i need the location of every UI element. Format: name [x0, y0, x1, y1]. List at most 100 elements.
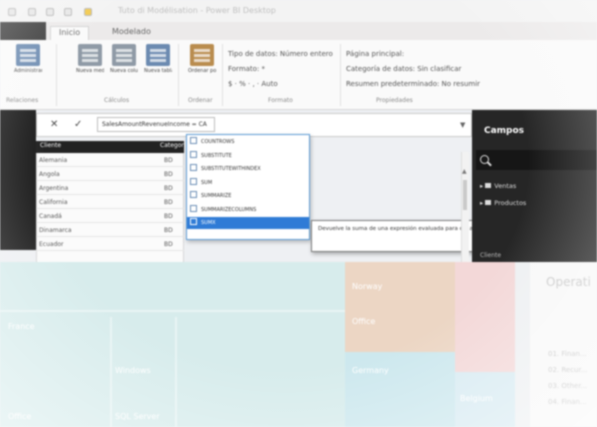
table-row[interactable]: Canadá BD [36, 210, 184, 223]
new-measure-button[interactable]: Nueva medida [76, 44, 104, 74]
column-icon [112, 44, 136, 66]
autocomplete-item[interactable]: SUBSTITUTEWITHINDEX [187, 163, 309, 175]
treemap-label: France [8, 322, 35, 331]
treemap-tile[interactable] [345, 262, 455, 352]
function-icon [190, 204, 197, 212]
tile-divider [110, 317, 112, 427]
tile-divider [175, 317, 177, 427]
autocomplete-item[interactable]: SUMMARIZECOLUMNS [187, 204, 309, 216]
field-item-cliente[interactable]: Cliente [480, 252, 501, 259]
group-label: Ordenar [188, 97, 213, 104]
treemap-tile[interactable] [455, 262, 515, 372]
home-table-dropdown[interactable]: Página principal: [346, 50, 480, 59]
cell-categoria: BD [164, 185, 173, 192]
autocomplete-item-label: SUBSTITUTEWITHINDEX [201, 166, 261, 172]
list-item: 03. Other... [548, 382, 588, 390]
new-table-button[interactable]: Nueva tabla [144, 44, 172, 74]
autocomplete-item-label: SUMX [201, 220, 216, 226]
cell-cliente: Angola [39, 171, 60, 178]
number-format-controls[interactable]: $ · % · , · Auto [228, 80, 333, 89]
scroll-thumb[interactable] [463, 180, 467, 210]
button-label: Nueva tabla [144, 68, 172, 74]
properties-group: Página principal: Categoría de datos: Si… [346, 50, 480, 89]
cell-categoria: BD [164, 171, 173, 178]
field-table-ventas[interactable]: ▸ Ventas [480, 182, 516, 190]
report-canvas: France Office Windows SQL Server Norway … [0, 262, 597, 427]
cell-categoria: BD [164, 213, 173, 220]
default-summarization-dropdown[interactable]: Resumen predeterminado: No resumir [346, 80, 480, 89]
list-item: 02. Recur... [548, 366, 588, 374]
cancel-formula-button[interactable]: ✕ [50, 119, 58, 130]
autocomplete-item-label: SUMMARIZE [201, 193, 232, 199]
tab-modeling[interactable]: Modelado [104, 26, 159, 40]
table-row[interactable]: California BD [36, 196, 184, 209]
group-divider [222, 44, 223, 106]
data-type-dropdown[interactable]: Tipo de datos: Número entero [228, 50, 333, 59]
group-divider [56, 44, 57, 106]
manage-relationships-button[interactable]: Administrar relaciones [14, 44, 42, 74]
cell-categoria: BD [164, 199, 173, 206]
autocomplete-item[interactable]: SUBSTITUTE [187, 150, 309, 162]
autocomplete-item[interactable]: SUMX [187, 217, 309, 229]
formula-input[interactable]: SalesAmountRevenueIncome = CA [97, 117, 215, 132]
treemap-tile[interactable] [0, 262, 345, 427]
new-column-button[interactable]: Nueva columna [110, 44, 138, 74]
treemap-label: SQL Server [115, 412, 160, 421]
cell-cliente: Ecuador [39, 241, 64, 248]
treemap-label: Office [352, 317, 376, 326]
calculator-icon [78, 44, 102, 66]
table-row[interactable]: Dinamarca BD [36, 224, 184, 237]
sort-by-column-button[interactable]: Ordenar por columna [188, 44, 216, 74]
field-label: Ventas [494, 182, 517, 190]
autocomplete-item[interactable]: SUMMARIZE [187, 190, 309, 202]
function-icon [190, 177, 197, 185]
autocomplete-item-label: SUM [201, 179, 213, 186]
treemap-tile[interactable] [345, 352, 455, 427]
group-label: Propiedades [376, 97, 413, 104]
redo-icon[interactable] [64, 8, 72, 16]
format-group: Tipo de datos: Número entero Formato: * … [228, 50, 333, 89]
button-label: Nueva columna [110, 68, 138, 74]
table-row[interactable]: Angola BD [36, 168, 184, 181]
data-category-dropdown[interactable]: Categoría de datos: Sin clasificar [346, 65, 480, 74]
treemap-label: Belgium [460, 394, 493, 403]
autocomplete-item-label: COUNTROWS [201, 139, 235, 145]
undo-icon[interactable] [46, 8, 54, 16]
cell-categoria: BD [164, 241, 173, 248]
cell-categoria: BD [164, 227, 173, 234]
commit-formula-button[interactable]: ✓ [74, 119, 82, 130]
cell-cliente: Dinamarca [39, 227, 72, 234]
autocomplete-item-label: SUMMARIZECOLUMNS [201, 206, 257, 213]
table-row[interactable]: Alemania BD [36, 154, 184, 167]
list-item: 04. Finan... [548, 398, 587, 406]
format-dropdown[interactable]: Formato: * [228, 65, 333, 74]
visual-title: Operati [546, 275, 591, 289]
treemap-label: Windows [115, 366, 151, 375]
fields-search-input[interactable] [476, 150, 597, 170]
column-header-categoria[interactable]: Categoría [160, 142, 189, 149]
button-label: Ordenar por columna [188, 68, 216, 74]
save-icon[interactable] [28, 8, 36, 16]
fields-pane-title: Campos [484, 126, 525, 136]
field-table-productos[interactable]: ▸ Productos [480, 199, 526, 207]
function-icon [190, 137, 197, 144]
autocomplete-item[interactable]: COUNTROWS [187, 136, 309, 148]
scroll-up-icon[interactable]: ▲ [462, 168, 467, 175]
chevron-down-icon[interactable]: ▼ [460, 121, 465, 129]
folder-icon[interactable] [84, 8, 92, 16]
cell-cliente: Alemania [39, 157, 68, 164]
autocomplete-item-label: SUBSTITUTE [201, 152, 232, 159]
search-icon [480, 155, 489, 164]
column-header-cliente[interactable]: Cliente [40, 142, 61, 149]
tab-home[interactable]: Inicio [50, 26, 90, 40]
autocomplete-item[interactable]: SUM [187, 177, 309, 189]
table-row[interactable]: Ecuador BD [36, 238, 184, 251]
group-divider [178, 44, 179, 106]
group-label: Relaciones [6, 97, 39, 104]
table-row[interactable]: Argentina BD [36, 182, 184, 195]
file-tab[interactable] [0, 22, 46, 40]
sort-icon [190, 44, 214, 66]
field-label: Productos [494, 199, 527, 207]
table-icon [485, 200, 492, 205]
button-label: Administrar relaciones [14, 68, 42, 74]
